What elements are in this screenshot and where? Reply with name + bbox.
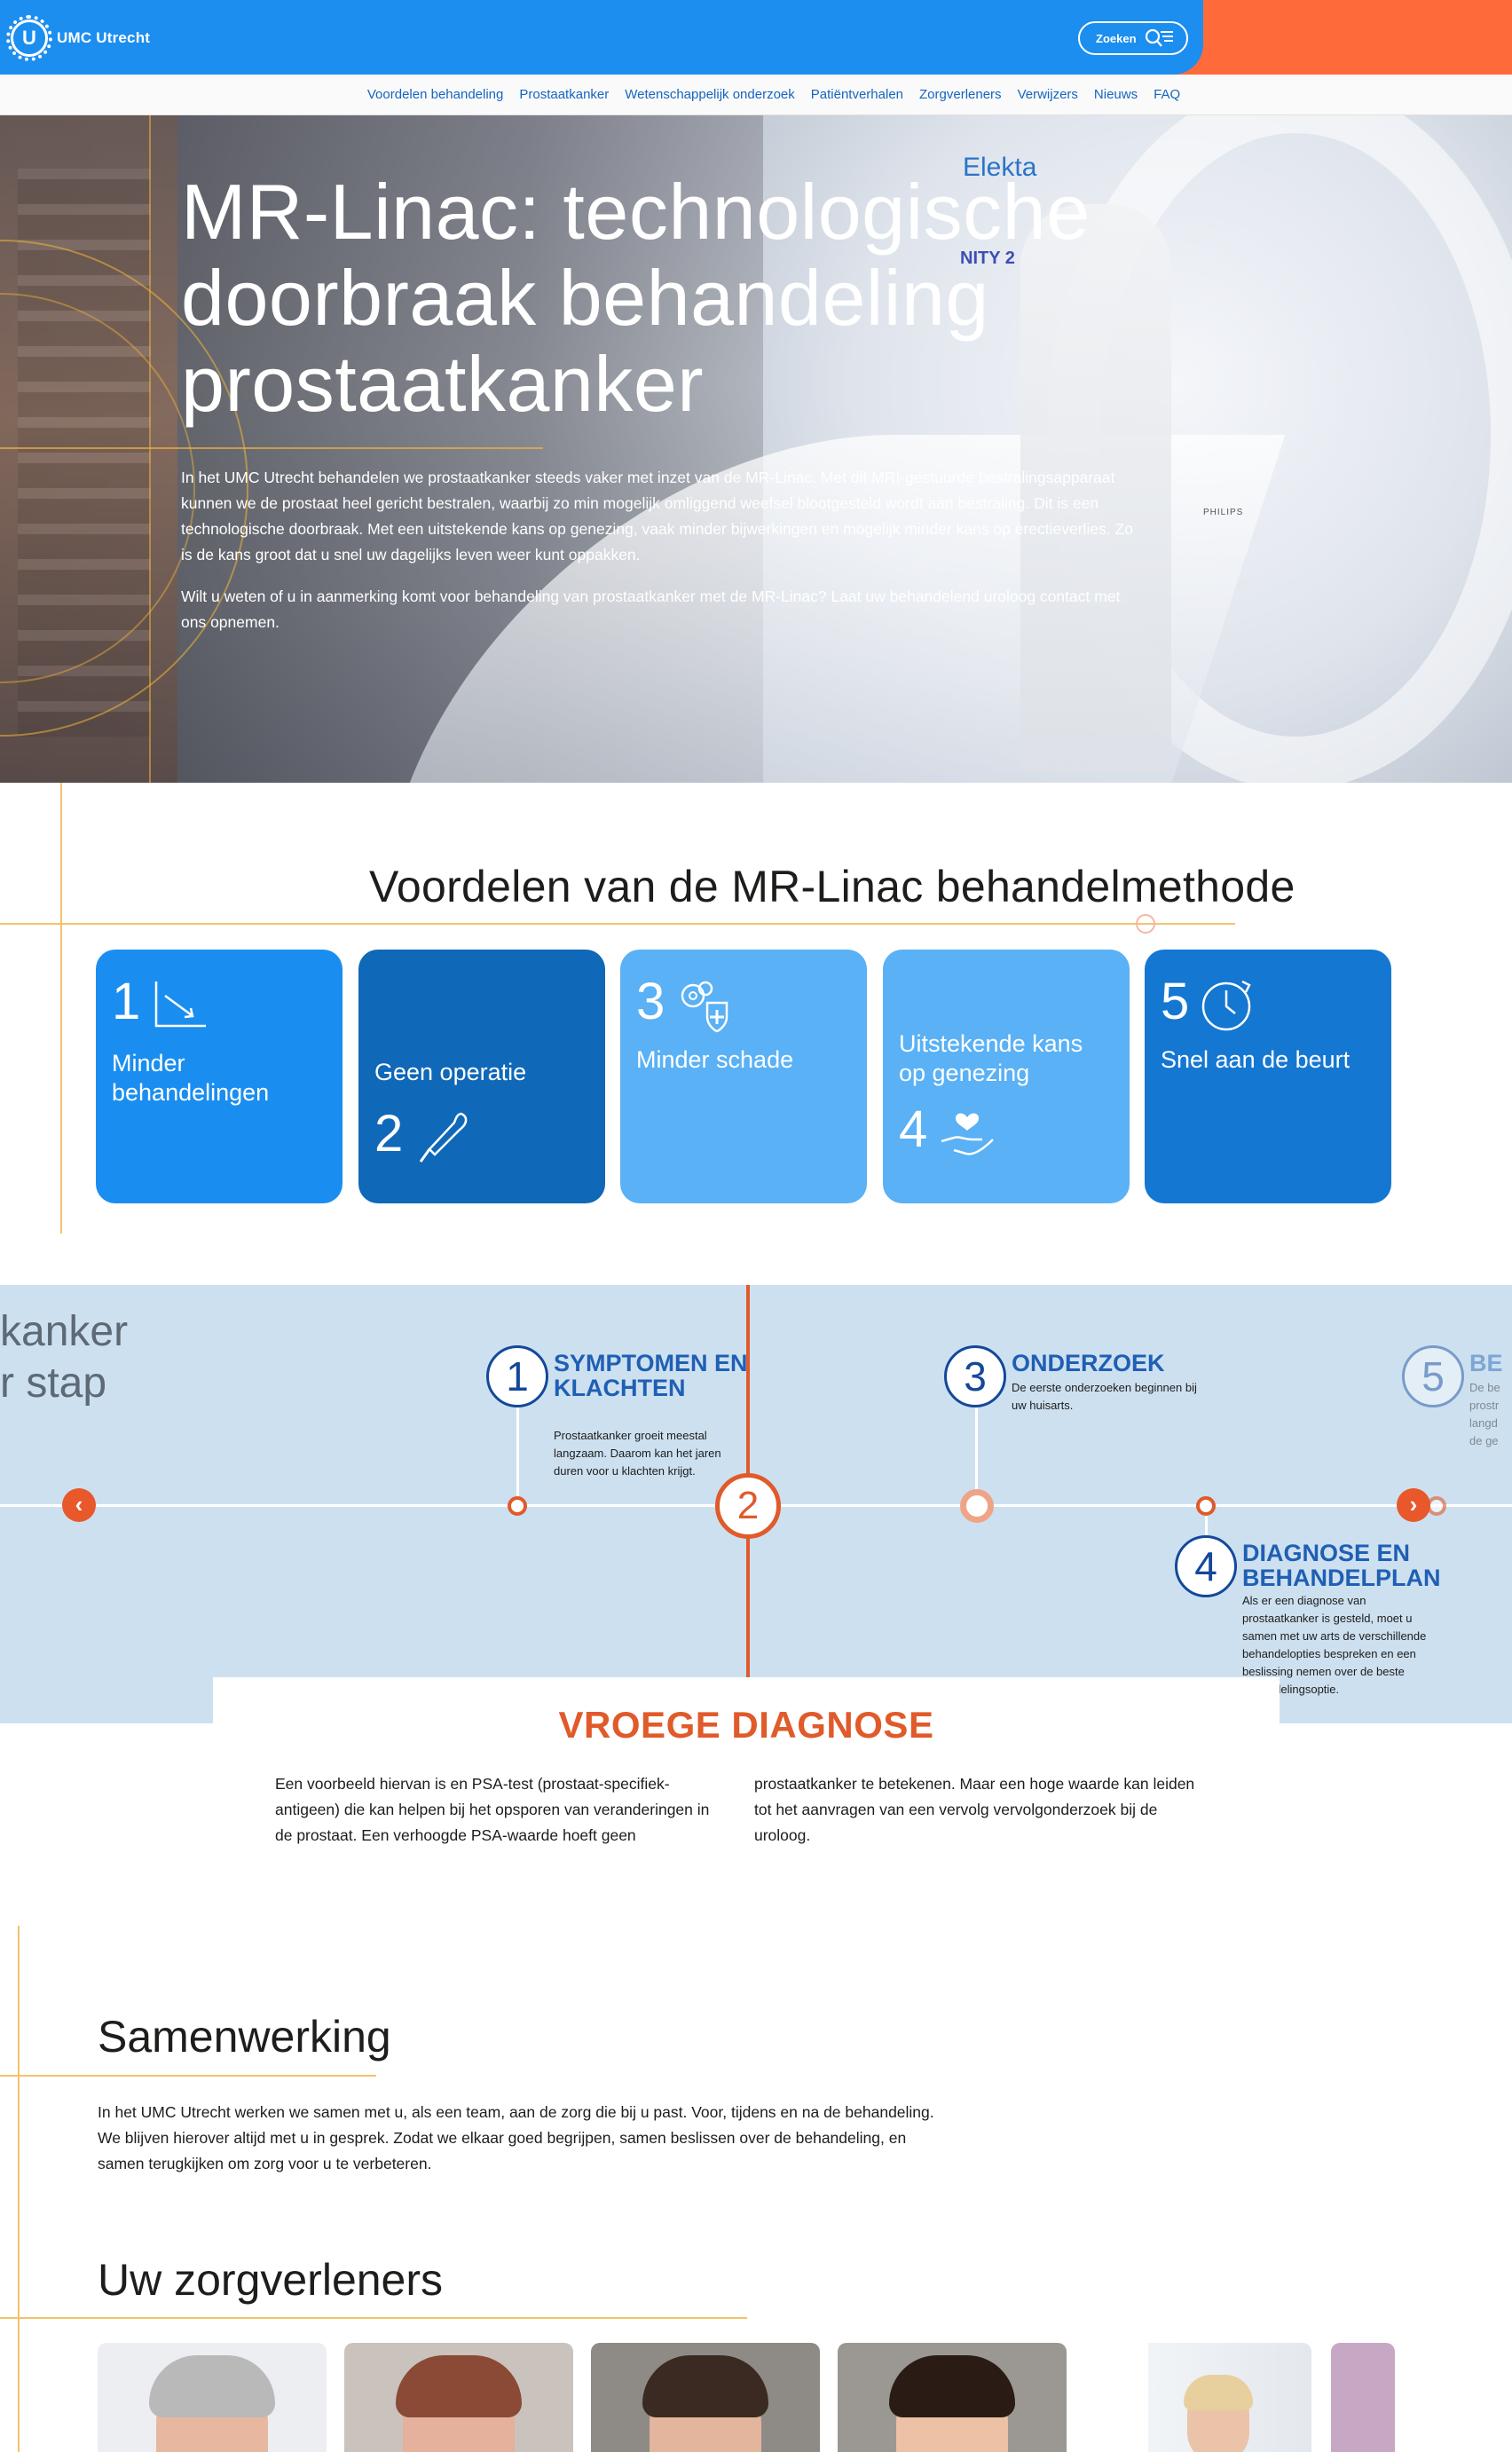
care-provider-photo-5[interactable]: [1084, 2343, 1311, 2452]
hero-deco-vline: [149, 115, 151, 783]
benefit-tile-1[interactable]: 1 Minder behandelingen: [96, 950, 343, 1203]
subnav-item-voordelen[interactable]: Voordelen behandeling: [367, 87, 503, 102]
step-number-badge: 3: [944, 1345, 1006, 1407]
subnav-item-patientverhalen[interactable]: Patiëntverhalen: [811, 87, 903, 102]
hero-intro-paragraph: In het UMC Utrecht behandelen we prostaa…: [181, 469, 1133, 564]
timeline-partial-line-1: kanker: [0, 1308, 129, 1355]
care-provider-photo-3[interactable]: [591, 2343, 820, 2452]
voordelen-title: Voordelen van de MR-Linac behandelmethod…: [369, 862, 1295, 911]
logo-mark-icon: U: [6, 15, 52, 61]
benefit-tile-5[interactable]: 5 Snel aan de beurt: [1145, 950, 1391, 1203]
subnav-item-zorgverleners[interactable]: Zorgverleners: [919, 87, 1002, 102]
subnav-item-prostaatkanker[interactable]: Prostaatkanker: [519, 87, 609, 102]
step-title: SYMPTOMEN EN KLACHTEN: [554, 1350, 748, 1401]
top-bar-blue-panel: U UMC Utrecht Zoeken: [0, 0, 1203, 75]
care-provider-photo-2[interactable]: [344, 2343, 573, 2452]
benefit-tile-2[interactable]: Geen operatie 2: [358, 950, 605, 1203]
hero-deco-hline: [0, 447, 543, 449]
care-provider-photo-1[interactable]: [98, 2343, 327, 2452]
benefit-label: Minder behandelingen: [112, 1050, 270, 1106]
step-number-badge: 1: [486, 1345, 548, 1407]
step-title: BE: [1469, 1350, 1503, 1376]
timeline-next-button[interactable]: ›: [1397, 1488, 1430, 1522]
hand-heart-icon: [941, 1113, 995, 1155]
timeline-dot[interactable]: [1196, 1496, 1216, 1516]
timeline-prev-button[interactable]: ‹: [62, 1488, 96, 1522]
timeline-partial-line-2: r stap: [0, 1360, 107, 1407]
diagnose-title: VROEGE DIAGNOSE: [558, 1704, 934, 1746]
benefit-tile-3[interactable]: 3 Minder schade: [620, 950, 867, 1203]
samenwerking-title: Samenwerking: [98, 2012, 391, 2062]
sub-navigation: Voordelen behandeling Prostaatkanker Wet…: [0, 75, 1512, 115]
care-provider-photo-6[interactable]: [1331, 2343, 1395, 2452]
search-button-label: Zoeken: [1096, 31, 1137, 45]
step-number-badge: 5: [1402, 1345, 1464, 1407]
benefit-label: Snel aan de beurt: [1161, 1046, 1351, 1073]
deco-dot: [1136, 914, 1155, 934]
step-description: Prostaatkanker groeit meestal langzaam. …: [554, 1429, 721, 1478]
step-title: DIAGNOSE EN BEHANDELPLAN: [1242, 1540, 1441, 1591]
deco-hline: [0, 2075, 376, 2077]
benefit-number: 2: [374, 1105, 404, 1163]
benefit-number: 5: [1161, 973, 1190, 1030]
timeline-dot[interactable]: [508, 1496, 527, 1516]
deco-vline: [18, 1926, 20, 2452]
subnav-item-faq[interactable]: FAQ: [1154, 87, 1180, 102]
search-menu-icon: [1145, 28, 1173, 47]
subnav-item-onderzoek[interactable]: Wetenschappelijk onderzoek: [625, 87, 795, 102]
deco-vline: [60, 783, 62, 1234]
benefit-label: Minder schade: [636, 1046, 794, 1073]
timeline-section: kanker r stap ‹ › 1 SYMPTOMEN EN KLACHTE…: [0, 1285, 1512, 1723]
photo-hair: [889, 2355, 1015, 2417]
umc-utrecht-logo[interactable]: U UMC Utrecht: [6, 15, 151, 61]
timeline-active-step[interactable]: 2: [715, 1473, 781, 1539]
cells-plus-icon: [681, 981, 728, 1033]
clock-icon: [1202, 980, 1251, 1031]
diagnose-text-col-2: prostaatkanker te betekenen. Maar een ho…: [754, 1775, 1195, 1844]
benefit-label: Geen operatie: [374, 1059, 527, 1085]
subnav-item-nieuws[interactable]: Nieuws: [1094, 87, 1138, 102]
photo-hair: [396, 2355, 522, 2417]
benefit-number: 3: [636, 973, 665, 1030]
zorgverleners-title: Uw zorgverleners: [98, 2255, 444, 2305]
deco-hline: [0, 923, 1235, 925]
scalpel-icon: [420, 1112, 468, 1163]
step-title: ONDERZOEK: [1012, 1350, 1165, 1376]
photo-hair: [149, 2355, 275, 2417]
timeline-dot-hover[interactable]: [960, 1489, 994, 1523]
hero-title: MR-Linac: technologische doorbraak behan…: [181, 168, 1091, 428]
subnav-item-verwijzers[interactable]: Verwijzers: [1018, 87, 1078, 102]
benefit-label: Uitstekende kans op genezing: [899, 1030, 1083, 1086]
diagnose-text-col-1: Een voorbeeld hiervan is en PSA-test (pr…: [275, 1775, 710, 1844]
top-bar: U UMC Utrecht Zoeken: [0, 0, 1512, 75]
philips-brand-text: PHILIPS: [1203, 508, 1244, 517]
benefit-number: 1: [112, 973, 141, 1030]
samenwerking-text: In het UMC Utrecht werken we samen met u…: [98, 2103, 934, 2172]
step-number-badge: 4: [1175, 1535, 1237, 1597]
logo-text: UMC Utrecht: [57, 29, 151, 46]
hero-contact-paragraph: Wilt u weten of u in aanmerking komt voo…: [181, 587, 1121, 631]
step-description: De be prostr langd de ge: [1469, 1381, 1500, 1447]
timeline-dot[interactable]: [1427, 1496, 1446, 1516]
benefit-tile-4[interactable]: Uitstekende kans op genezing 4: [883, 950, 1130, 1203]
care-provider-photo-4[interactable]: [838, 2343, 1067, 2452]
deco-hline: [0, 2317, 747, 2319]
chart-down-icon: [155, 982, 207, 1028]
hero-section: Elekta NITY 2 PHILIPS MR-Linac: technolo…: [0, 115, 1512, 783]
diagnose-card: VROEGE DIAGNOSE Een voorbeeld hiervan is…: [213, 1677, 1280, 1926]
benefit-number: 4: [899, 1100, 928, 1158]
photo-hair: [642, 2355, 768, 2417]
photo-hair: [1184, 2375, 1253, 2410]
search-button[interactable]: Zoeken: [1078, 21, 1188, 55]
step-description: De eerste onderzoeken beginnen bij uw hu…: [1012, 1381, 1197, 1412]
timeline-partial-heading: kanker r stap: [0, 1306, 128, 1409]
